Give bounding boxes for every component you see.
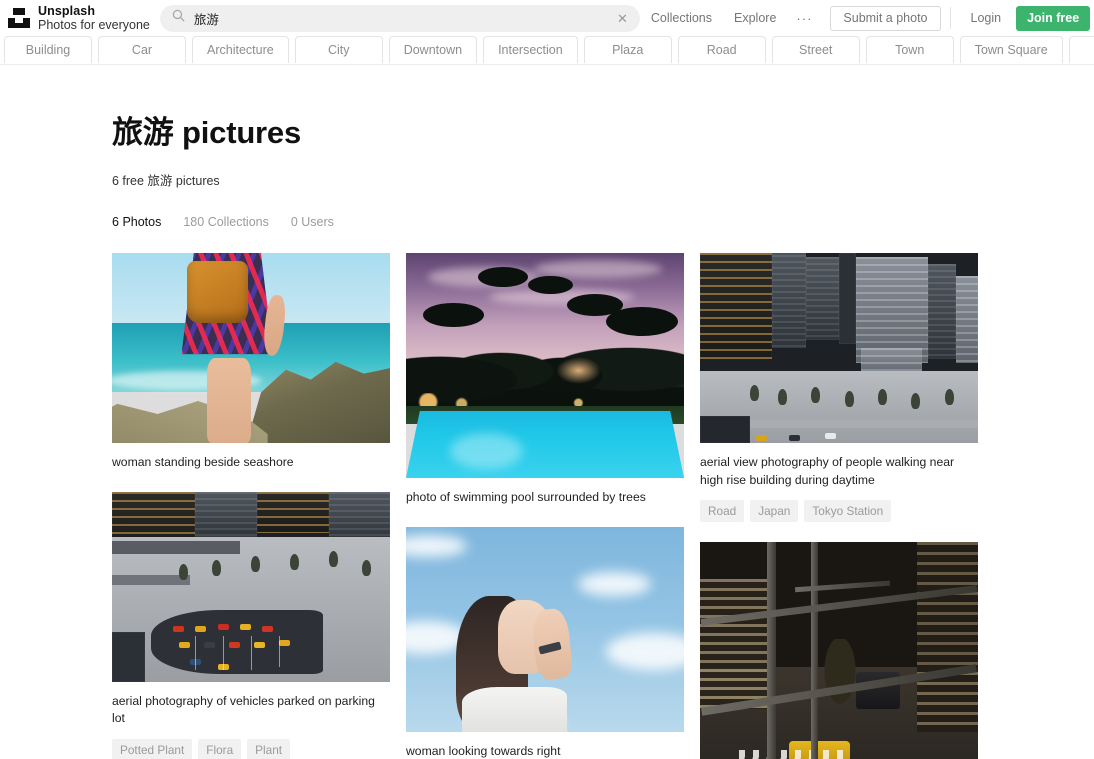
chip-flora[interactable]: Flora xyxy=(198,739,241,759)
submit-photo-button[interactable]: Submit a photo xyxy=(830,6,940,31)
close-icon[interactable]: ✕ xyxy=(617,12,628,25)
chip-potted-plant[interactable]: Potted Plant xyxy=(112,739,192,759)
chip-plant[interactable]: Plant xyxy=(247,739,290,759)
photo-caption[interactable]: photo of swimming pool surrounded by tre… xyxy=(406,489,684,507)
tag-tabs: Building Car Architecture City Downtown … xyxy=(0,36,1094,65)
photo-tags: Road Japan Tokyo Station xyxy=(700,500,978,522)
tag-tab-street[interactable]: Street xyxy=(772,36,860,63)
stat-collections-label: Collections xyxy=(208,215,269,229)
logo-subtitle: Photos for everyone xyxy=(38,18,150,32)
photo-column-2: photo of swimming pool surrounded by tre… xyxy=(406,253,684,759)
nav-collections[interactable]: Collections xyxy=(640,11,723,25)
photo-caption[interactable]: woman standing beside seashore xyxy=(112,454,390,472)
login-link[interactable]: Login xyxy=(960,11,1013,25)
photo-column-3: aerial view photography of people walkin… xyxy=(700,253,978,759)
tag-tab-urban[interactable]: Urban xyxy=(1069,36,1094,63)
tag-tab-architecture[interactable]: Architecture xyxy=(192,36,289,63)
tag-tab-plaza[interactable]: Plaza xyxy=(584,36,672,63)
site-logo[interactable]: Unsplash Photos for everyone xyxy=(8,4,150,32)
photo-caption[interactable]: woman looking towards right xyxy=(406,743,684,759)
header-divider xyxy=(950,7,951,29)
search-icon xyxy=(172,9,185,27)
stat-users-count: 0 xyxy=(291,215,298,229)
tag-tab-city[interactable]: City xyxy=(295,36,383,63)
photo-woman-looking-right[interactable] xyxy=(406,527,684,732)
logo-text: Unsplash Photos for everyone xyxy=(38,4,150,32)
stat-photos-label: Photos xyxy=(122,215,161,229)
photo-parking-lot[interactable] xyxy=(112,492,390,682)
tag-tab-town[interactable]: Town xyxy=(866,36,954,63)
tag-tab-intersection[interactable]: Intersection xyxy=(483,36,578,63)
stat-collections[interactable]: 180 Collections xyxy=(183,215,268,229)
more-menu-icon[interactable]: ··· xyxy=(787,11,821,26)
stat-users[interactable]: 0 Users xyxy=(291,215,334,229)
photo-woman-seashore[interactable] xyxy=(112,253,390,443)
photo-column-1: woman standing beside seashore xyxy=(112,253,390,759)
search-input[interactable]: 旅游 xyxy=(194,9,617,28)
main-content: 旅游 pictures 6 free 旅游 pictures 6 Photos … xyxy=(0,107,1094,759)
tag-tab-downtown[interactable]: Downtown xyxy=(389,36,477,63)
photo-aerial-high-rise[interactable] xyxy=(700,253,978,443)
unsplash-camera-logo-icon xyxy=(8,7,30,29)
photo-card-woman-seashore: woman standing beside seashore xyxy=(112,253,390,472)
stat-collections-count: 180 xyxy=(183,215,204,229)
tag-tab-car[interactable]: Car xyxy=(98,36,186,63)
join-free-button[interactable]: Join free xyxy=(1016,6,1090,31)
photo-grid: woman standing beside seashore xyxy=(112,253,978,759)
photo-window-street[interactable] xyxy=(700,542,978,759)
chip-tokyo-station[interactable]: Tokyo Station xyxy=(804,500,891,522)
photo-card-aerial-high-rise: aerial view photography of people walkin… xyxy=(700,253,978,522)
photo-card-parking-lot: aerial photography of vehicles parked on… xyxy=(112,492,390,759)
stat-photos[interactable]: 6 Photos xyxy=(112,215,161,229)
stat-photos-count: 6 xyxy=(112,215,119,229)
tag-tab-building[interactable]: Building xyxy=(4,36,92,63)
photo-card-swimming-pool: photo of swimming pool surrounded by tre… xyxy=(406,253,684,507)
tag-tab-town-square[interactable]: Town Square xyxy=(960,36,1063,63)
photo-card-window-street xyxy=(700,542,978,759)
page-title: 旅游 pictures xyxy=(112,107,1094,152)
stats-row: 6 Photos 180 Collections 0 Users xyxy=(112,215,1094,229)
page-subtitle: 6 free 旅游 pictures xyxy=(112,170,1094,189)
chip-road[interactable]: Road xyxy=(700,500,744,522)
photo-caption[interactable]: aerial photography of vehicles parked on… xyxy=(112,693,390,728)
photo-caption[interactable]: aerial view photography of people walkin… xyxy=(700,454,978,489)
photo-swimming-pool[interactable] xyxy=(406,253,684,478)
logo-title: Unsplash xyxy=(38,4,150,18)
photo-card-woman-looking-right: woman looking towards right xyxy=(406,527,684,759)
search-bar[interactable]: 旅游 ✕ xyxy=(160,5,640,32)
nav-explore[interactable]: Explore xyxy=(723,11,787,25)
photo-tags: Potted Plant Flora Plant xyxy=(112,739,390,759)
stat-users-label: Users xyxy=(301,215,334,229)
header-nav: Collections Explore ··· Submit a photo L… xyxy=(640,6,1090,31)
tag-tab-road[interactable]: Road xyxy=(678,36,766,63)
site-header: Unsplash Photos for everyone 旅游 ✕ Collec… xyxy=(0,0,1094,36)
chip-japan[interactable]: Japan xyxy=(750,500,798,522)
